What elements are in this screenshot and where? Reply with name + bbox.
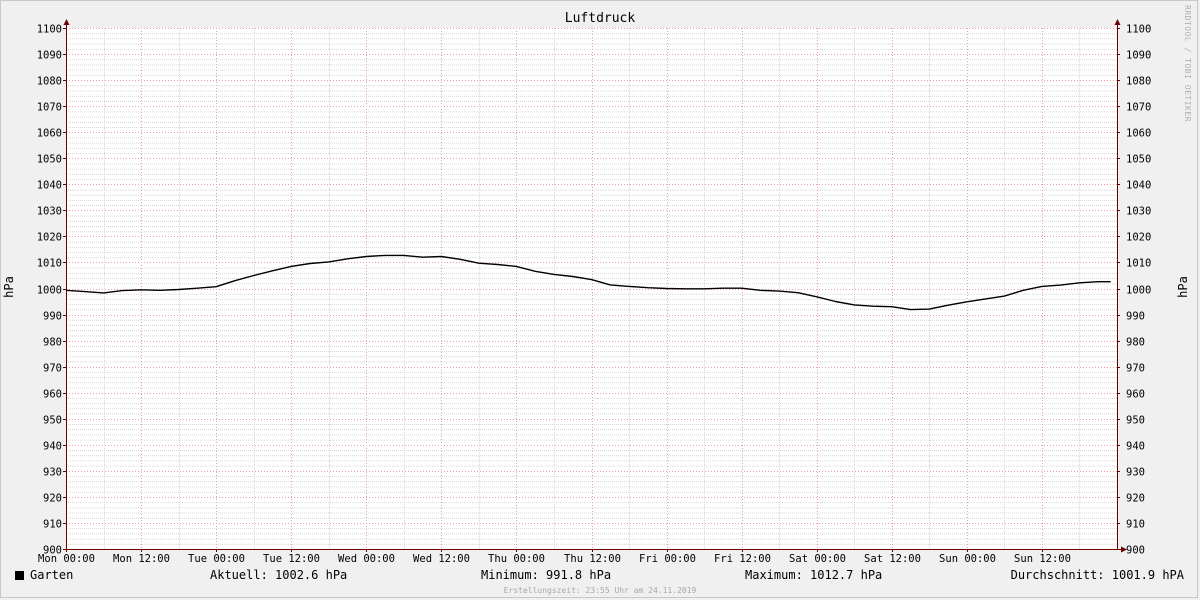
legend-series-name: Garten	[30, 568, 74, 582]
stat-minimum: Minimum: 991.8 hPa	[481, 568, 612, 582]
y-tick-label-left: 1010	[37, 258, 62, 270]
x-tick-label: Mon 00:00	[38, 553, 95, 565]
x-tick-label: Sun 00:00	[939, 553, 996, 565]
y-tick-label-left: 1090	[37, 50, 62, 62]
y-tick-label-right: 1070	[1126, 102, 1151, 114]
y-tick-label-left: 940	[43, 441, 62, 453]
x-tick-label: Thu 00:00	[488, 553, 545, 565]
stat-current: Aktuell: 1002.6 hPa	[210, 568, 348, 582]
y-tick-label-left: 960	[43, 389, 62, 401]
x-tick-label: Fri 00:00	[639, 553, 696, 565]
y-tick-label-left: 1000	[37, 285, 62, 297]
y-tick-label-left: 1070	[37, 102, 62, 114]
y-tick-label-right: 1020	[1126, 232, 1151, 244]
y-tick-label-left: 930	[43, 467, 62, 479]
y-tick-label-right: 1040	[1126, 180, 1151, 192]
y-tick-label-right: 950	[1126, 415, 1145, 427]
y-tick-label-left: 920	[43, 493, 62, 505]
y-tick-label-right: 1030	[1126, 206, 1151, 218]
y-tick-label-left: 1040	[37, 180, 62, 192]
creation-time-footer: Erstellungszeit: 23:55 Uhr am 24.11.2019	[503, 586, 697, 595]
x-tick-label: Wed 00:00	[338, 553, 395, 565]
y-tick-label-right: 1010	[1126, 258, 1151, 270]
x-tick-label: Mon 12:00	[113, 553, 170, 565]
y-tick-label-right: 1060	[1126, 128, 1151, 140]
y-tick-label-right: 1050	[1126, 154, 1151, 166]
y-tick-label-left: 1050	[37, 154, 62, 166]
y-tick-label-right: 990	[1126, 311, 1145, 323]
y-tick-label-left: 980	[43, 337, 62, 349]
y-tick-label-left: 910	[43, 519, 62, 531]
y-tick-label-left: 1020	[37, 232, 62, 244]
y-tick-label-right: 960	[1126, 389, 1145, 401]
x-tick-label: Sat 12:00	[864, 553, 921, 565]
y-tick-label-right: 920	[1126, 493, 1145, 505]
y-tick-label-left: 1080	[37, 76, 62, 88]
y-axis-arrow	[1114, 19, 1121, 25]
y-tick-label-right: 910	[1126, 519, 1145, 531]
y-tick-label-right: 900	[1126, 545, 1145, 557]
y-tick-label-right: 930	[1126, 467, 1145, 479]
stat-maximum: Maximum: 1012.7 hPa	[745, 568, 883, 582]
y-tick-label-right: 1100	[1126, 24, 1151, 36]
y-tick-label-right: 1000	[1126, 285, 1151, 297]
x-tick-label: Fri 12:00	[714, 553, 771, 565]
y-tick-label-left: 990	[43, 311, 62, 323]
x-tick-label: Sun 12:00	[1014, 553, 1071, 565]
y-tick-label-right: 1090	[1126, 50, 1151, 62]
y-tick-label-right: 1080	[1126, 76, 1151, 88]
y-tick-label-left: 970	[43, 363, 62, 375]
y-tick-label-left: 1030	[37, 206, 62, 218]
y-axis-arrow	[63, 19, 70, 25]
y-tick-label-left: 1100	[37, 24, 62, 36]
y-tick-label-left: 1060	[37, 128, 62, 140]
y-tick-label-left: 950	[43, 415, 62, 427]
x-tick-label: Tue 00:00	[188, 553, 245, 565]
x-tick-label: Tue 12:00	[263, 553, 320, 565]
x-tick-label: Thu 12:00	[564, 553, 621, 565]
legend-swatch	[15, 571, 24, 580]
x-tick-label: Wed 12:00	[413, 553, 470, 565]
y-tick-label-right: 940	[1126, 441, 1145, 453]
x-tick-label: Sat 00:00	[789, 553, 846, 565]
y-tick-label-right: 980	[1126, 337, 1145, 349]
y-tick-label-right: 970	[1126, 363, 1145, 375]
stat-average: Durchschnitt: 1001.9 hPA	[1010, 568, 1184, 582]
chart-plot: 900 900910 910920 920930 930940 940950 950960 9…	[37, 19, 1151, 565]
